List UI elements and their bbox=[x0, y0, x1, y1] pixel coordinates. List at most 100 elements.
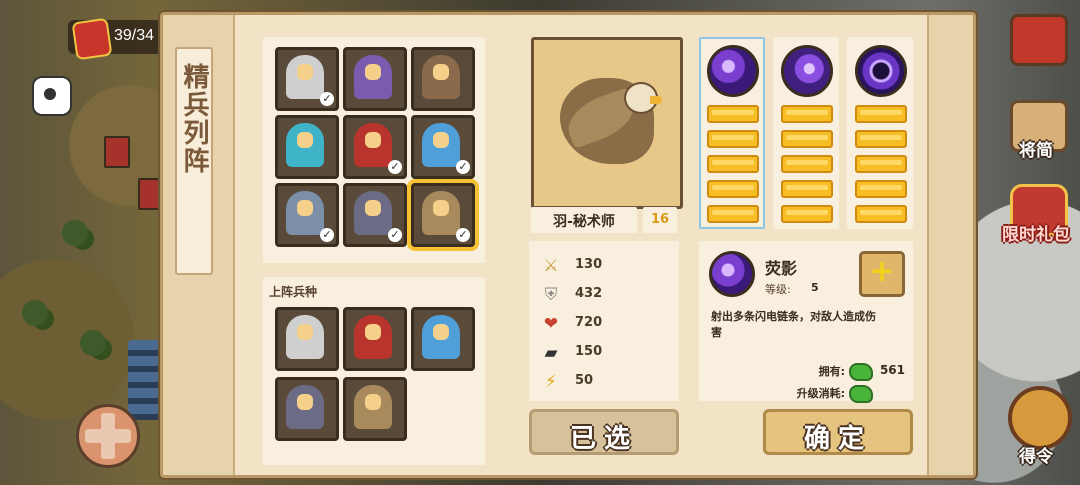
seal-icon bbox=[71, 17, 113, 61]
skill-level-bar bbox=[707, 105, 759, 123]
stat-row: ⛨ 432 bbox=[541, 284, 661, 306]
unit-face bbox=[365, 132, 381, 148]
skill-level-value: 5 bbox=[811, 281, 819, 294]
shield-icon: ⛨ bbox=[544, 285, 558, 305]
assistant-robot-icon[interactable] bbox=[32, 76, 72, 116]
unit-face bbox=[365, 200, 381, 216]
dpad-joystick[interactable] bbox=[76, 404, 140, 468]
lightning-icon: ⚡ bbox=[545, 372, 557, 392]
skill-level-label: 等级: bbox=[765, 283, 791, 296]
stat-row: ⚔ 130 bbox=[541, 255, 661, 277]
resource-counter[interactable]: 39/34 bbox=[68, 17, 168, 61]
sword-icon: ⚔ bbox=[543, 256, 559, 276]
unit-slot-blue-knight[interactable]: ✓ bbox=[411, 115, 475, 179]
skill-level-bar bbox=[855, 105, 907, 123]
generals-label: 将简 bbox=[1019, 141, 1053, 161]
formation-panel: 精兵列阵 ✓ ✓ ✓ ✓ ✓ ✓ 上阵兵种 羽-秘术师 16 ⚔ 130 ⛨ 432 ❤ 720 ▰ 1… bbox=[160, 12, 976, 478]
unit-level-plate: 16 bbox=[643, 207, 677, 233]
skill-level-bar bbox=[781, 130, 833, 148]
lineup-slot-dark-knight[interactable] bbox=[275, 377, 339, 441]
unit-name-plate: 羽-秘术师 bbox=[531, 207, 637, 233]
lineup-slot-feather-mage[interactable] bbox=[343, 377, 407, 441]
banner-flag bbox=[104, 136, 130, 168]
unit-roster-grid: ✓ ✓ ✓ ✓ ✓ ✓ bbox=[263, 37, 485, 263]
griffin-beak bbox=[650, 96, 662, 104]
unit-slot-feather-mage[interactable]: ✓ bbox=[411, 183, 475, 247]
tree-decoration bbox=[22, 300, 48, 326]
unit-face bbox=[433, 324, 449, 340]
check-icon: ✓ bbox=[388, 160, 402, 174]
check-icon: ✓ bbox=[320, 228, 334, 242]
selected-button-label: 已选 bbox=[569, 424, 638, 454]
unit-slot-white-knight[interactable]: ✓ bbox=[275, 47, 339, 111]
gift-button[interactable]: 限时礼包 bbox=[1002, 184, 1070, 246]
unit-slot-cannon[interactable] bbox=[411, 47, 475, 111]
order-icon bbox=[1008, 386, 1072, 450]
owned-value: 561 bbox=[879, 363, 905, 377]
unit-face bbox=[433, 200, 449, 216]
stat-value: 720 bbox=[575, 315, 603, 330]
lineup-slot-red-knight[interactable] bbox=[343, 307, 407, 371]
skill-level-bar bbox=[855, 155, 907, 173]
unit-face bbox=[365, 64, 381, 80]
tree-decoration bbox=[62, 220, 88, 246]
skill-level-bar bbox=[707, 180, 759, 198]
upgrade-plus-button[interactable]: + bbox=[859, 251, 905, 297]
order-label: 得令 bbox=[1019, 447, 1053, 467]
lineup-slot-white-knight[interactable] bbox=[275, 307, 339, 371]
lineup-slot-blue-knight[interactable] bbox=[411, 307, 475, 371]
skill-level-bar bbox=[855, 180, 907, 198]
shop-button[interactable] bbox=[1004, 14, 1068, 76]
unit-face bbox=[433, 132, 449, 148]
check-icon: ✓ bbox=[456, 160, 470, 174]
owned-label: 拥有: bbox=[818, 365, 845, 378]
upgrade-cost-label: 升级消耗: bbox=[796, 387, 845, 400]
skill-level-bar bbox=[707, 155, 759, 173]
lineup-box: 上阵兵种 bbox=[263, 277, 485, 465]
skill-level-bar bbox=[781, 205, 833, 223]
stat-value: 150 bbox=[575, 344, 603, 359]
unit-slot-cyan-dragon[interactable] bbox=[275, 115, 339, 179]
stat-row: ▰ 150 bbox=[541, 342, 661, 364]
confirm-button[interactable]: 确定 bbox=[763, 409, 913, 455]
unit-slot-red-knight[interactable]: ✓ bbox=[343, 115, 407, 179]
heart-icon: ❤ bbox=[543, 314, 559, 334]
confirm-button-label: 确定 bbox=[803, 424, 872, 454]
check-icon: ✓ bbox=[388, 228, 402, 242]
pagoda-building bbox=[128, 340, 162, 420]
gift-label: 限时礼包 bbox=[1002, 225, 1070, 245]
skill-column-3[interactable] bbox=[847, 37, 913, 229]
skill-level-bar bbox=[707, 130, 759, 148]
check-icon: ✓ bbox=[456, 228, 470, 242]
panel-title: 精兵列阵 bbox=[179, 63, 209, 175]
unit-face bbox=[297, 200, 313, 216]
stat-value: 50 bbox=[575, 373, 594, 388]
panel-title-strip: 精兵列阵 bbox=[175, 47, 213, 275]
selected-button[interactable]: 已选 bbox=[529, 409, 679, 455]
skill-level-bar bbox=[707, 205, 759, 223]
jade-icon bbox=[849, 363, 873, 381]
skill-level-bar bbox=[855, 205, 907, 223]
skill-level-bar bbox=[781, 155, 833, 173]
unit-face bbox=[297, 132, 313, 148]
tree-decoration bbox=[80, 330, 106, 356]
skill-column-2[interactable] bbox=[773, 37, 839, 229]
order-button[interactable]: 得令 bbox=[1004, 386, 1072, 467]
skill-description: 射出多条闪电链条，对敌人造成伤害 bbox=[711, 310, 876, 339]
unit-slot-silver-knight[interactable]: ✓ bbox=[275, 183, 339, 247]
unit-level: 16 bbox=[650, 212, 670, 227]
unit-face bbox=[297, 394, 313, 410]
skill-level-bar bbox=[855, 130, 907, 148]
generals-button[interactable]: 将简 bbox=[1004, 100, 1068, 162]
unit-face bbox=[433, 64, 449, 80]
jade-icon bbox=[849, 385, 873, 403]
unit-stats-box: ⚔ 130 ⛨ 432 ❤ 720 ▰ 150 ⚡ 50 bbox=[529, 241, 679, 401]
skill-level-bar bbox=[781, 180, 833, 198]
unit-slot-purple-mage[interactable] bbox=[343, 47, 407, 111]
stat-row: ❤ 720 bbox=[541, 313, 661, 335]
lightning-skill-icon bbox=[709, 251, 755, 297]
skill-orb-icon bbox=[855, 45, 907, 97]
skill-column-1[interactable] bbox=[699, 37, 765, 229]
unit-slot-dark-knight[interactable]: ✓ bbox=[343, 183, 407, 247]
skill-level-bar bbox=[781, 105, 833, 123]
